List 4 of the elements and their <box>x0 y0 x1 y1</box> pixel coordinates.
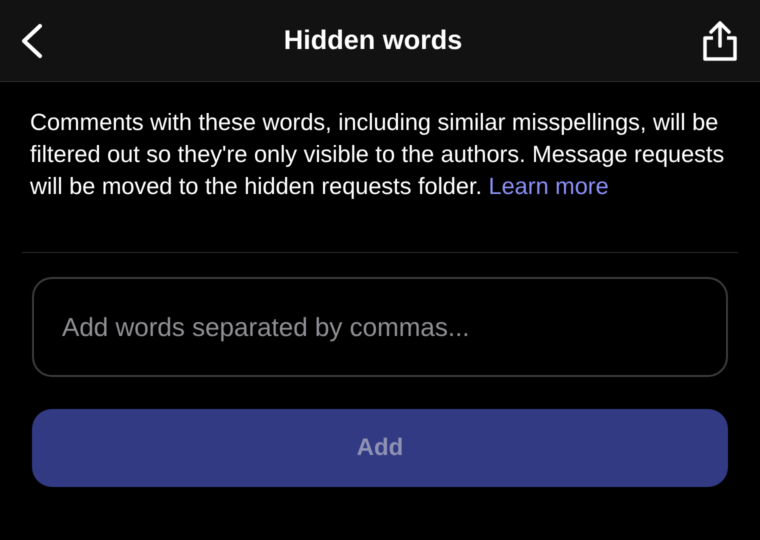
description-text: Comments with these words, including similar misspellings, will be filtered out so they're only visible to the authors. Message requests will be moved to the hidden requests folder. Learn more <box>29 108 726 201</box>
words-input-field[interactable]: Add words separated by commas... <box>32 277 728 377</box>
page-title: Hidden words <box>284 25 462 56</box>
learn-more-link[interactable]: Learn more <box>488 173 609 199</box>
